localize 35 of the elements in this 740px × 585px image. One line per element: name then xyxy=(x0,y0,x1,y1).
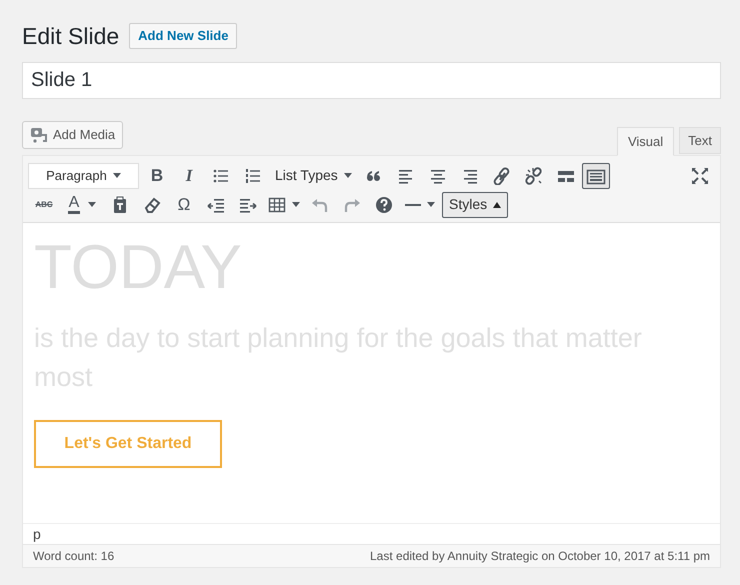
fullscreen-icon xyxy=(691,166,709,184)
element-path[interactable]: p xyxy=(33,524,41,544)
broken-link-icon xyxy=(524,166,543,184)
caret-icon xyxy=(344,173,352,178)
media-icon xyxy=(30,127,48,143)
table-icon xyxy=(268,196,286,214)
clipboard-icon xyxy=(111,196,129,214)
caret-icon xyxy=(88,202,96,207)
link-icon xyxy=(492,166,511,184)
list-types-menu[interactable]: List Types xyxy=(269,162,358,188)
add-media-button[interactable]: Add Media xyxy=(22,121,124,149)
caret-icon xyxy=(292,202,300,207)
title-field[interactable]: Slide 1 xyxy=(22,62,721,99)
strikethrough-button[interactable]: ABC xyxy=(28,192,60,218)
eraser-icon xyxy=(143,196,161,214)
editor-tab[interactable]: Text xyxy=(679,127,721,154)
editor-tab[interactable]: Visual xyxy=(616,127,674,156)
page-title: Edit Slide xyxy=(22,22,120,51)
caret-icon xyxy=(112,173,121,178)
caret-icon xyxy=(427,202,435,207)
bold-button[interactable]: B xyxy=(141,162,173,188)
help-icon xyxy=(375,196,393,214)
add-new-button[interactable]: Add New Slide xyxy=(129,23,238,49)
bulleted-list-icon xyxy=(212,166,230,184)
styles-menu[interactable]: Styles xyxy=(442,192,508,218)
horizontal-line-icon xyxy=(405,204,421,206)
word-count: Word count: 16 xyxy=(33,548,114,565)
toolbar-toggle-button[interactable] xyxy=(582,162,610,188)
text-color-button[interactable]: A xyxy=(60,192,104,218)
italic-button[interactable]: I xyxy=(173,162,205,188)
numbered-list-icon xyxy=(244,166,262,184)
caret-up-icon xyxy=(493,202,502,208)
special-character-button[interactable]: Ω xyxy=(168,192,200,218)
format-select[interactable]: Paragraph xyxy=(28,162,139,188)
last-edited: Last edited by Annuity Strategic on October 10, 2017 at 5:11 pm xyxy=(370,548,710,565)
